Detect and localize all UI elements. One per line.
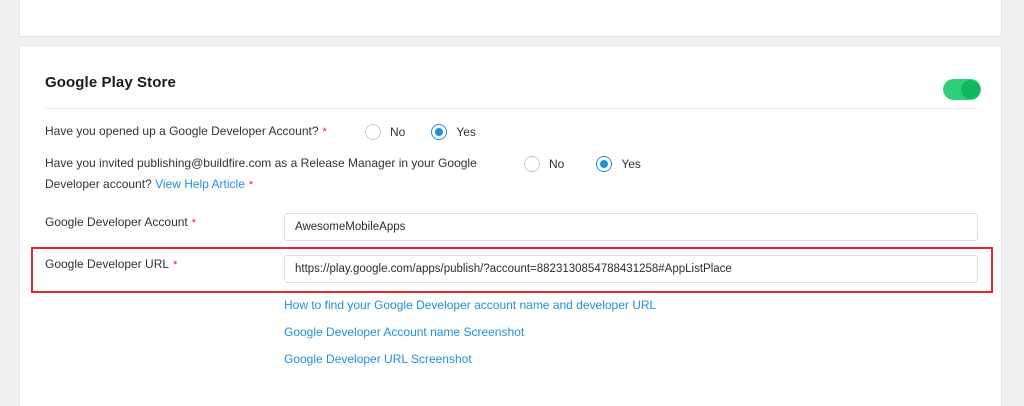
developer-account-no-option[interactable]: No — [365, 124, 405, 140]
release-manager-no-radio[interactable] — [524, 156, 540, 172]
developer-account-no-label: No — [390, 125, 406, 139]
required-mark: * — [322, 126, 327, 138]
required-mark: * — [248, 179, 254, 191]
developer-account-field-label: Google Developer Account * — [45, 212, 196, 234]
release-manager-no-label: No — [549, 157, 565, 171]
question-release-manager: Have you invited publishing@buildfire.co… — [45, 153, 515, 196]
section-divider — [45, 108, 977, 109]
developer-url-highlight-box — [31, 247, 993, 293]
google-play-store-toggle[interactable] — [943, 79, 981, 100]
developer-url-screenshot-link[interactable]: Google Developer URL Screenshot — [284, 352, 472, 366]
developer-account-radio-group: No Yes — [365, 124, 498, 140]
developer-account-yes-option[interactable]: Yes — [431, 124, 476, 140]
developer-account-no-radio[interactable] — [365, 124, 381, 140]
developer-account-name-screenshot-link[interactable]: Google Developer Account name Screenshot — [284, 325, 524, 339]
previous-section-card — [19, 0, 1002, 37]
how-to-find-developer-info-link[interactable]: How to find your Google Developer accoun… — [284, 298, 656, 312]
developer-account-input[interactable] — [284, 213, 978, 241]
toggle-knob — [961, 80, 980, 99]
release-manager-radio-group: No Yes — [524, 156, 663, 172]
question-developer-account: Have you opened up a Google Developer Ac… — [45, 121, 327, 143]
developer-account-label-text: Google Developer Account — [45, 215, 188, 229]
release-manager-no-option[interactable]: No — [524, 156, 564, 172]
section-title: Google Play Store — [45, 74, 176, 91]
question-developer-account-text: Have you opened up a Google Developer Ac… — [45, 124, 319, 138]
required-mark: * — [191, 217, 197, 229]
view-help-article-link[interactable]: View Help Article — [155, 177, 245, 191]
developer-account-yes-label: Yes — [456, 125, 476, 139]
release-manager-yes-radio[interactable] — [596, 156, 613, 172]
question-release-manager-line2: Developer account? — [45, 177, 152, 191]
question-release-manager-line1: Have you invited publishing@buildfire.co… — [45, 156, 477, 170]
release-manager-yes-option[interactable]: Yes — [596, 156, 641, 172]
developer-account-yes-radio[interactable] — [431, 124, 448, 140]
release-manager-yes-label: Yes — [621, 157, 641, 171]
